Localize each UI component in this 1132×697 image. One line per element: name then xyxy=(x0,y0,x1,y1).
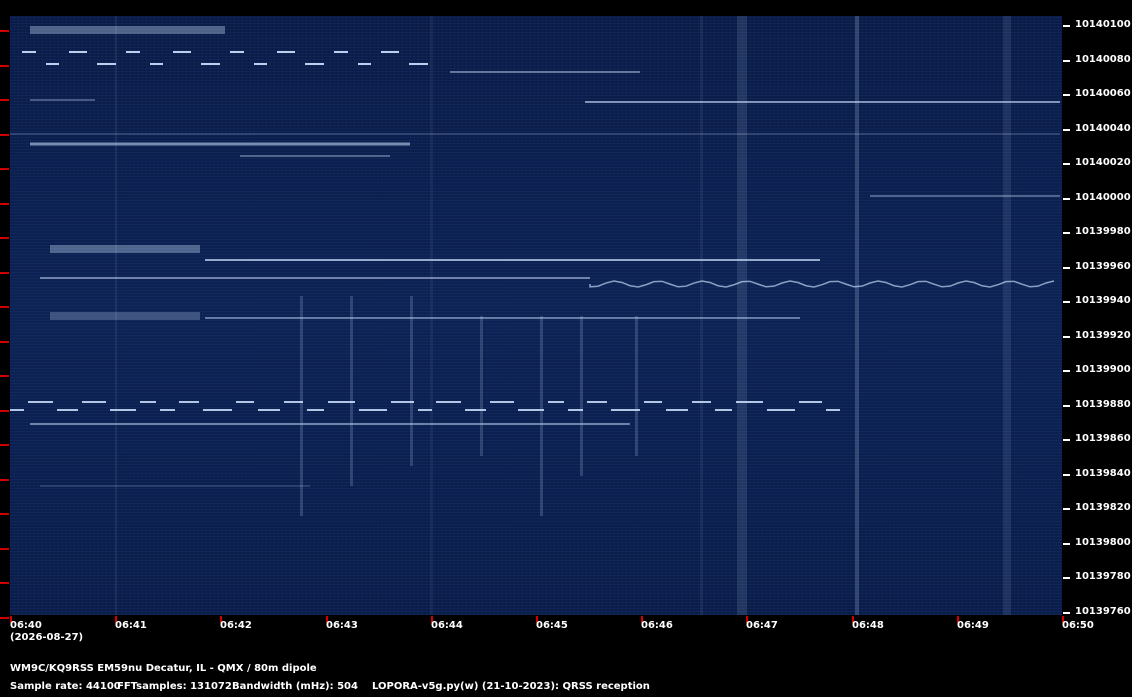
frequency-tick xyxy=(1063,129,1070,131)
signal-band xyxy=(350,296,353,486)
frequency-label: 10139860 xyxy=(1075,433,1131,444)
time-label: 06:47 xyxy=(746,620,778,631)
signal-band xyxy=(737,16,747,615)
frequency-tick xyxy=(1063,301,1070,303)
frequency-tick-left xyxy=(0,272,9,274)
signal-band xyxy=(300,296,303,516)
time-label: 06:45 xyxy=(536,620,568,631)
time-label: 06:50 xyxy=(1062,620,1094,631)
frequency-tick xyxy=(1063,232,1070,234)
fft-samples: FFTsamples: 131072 xyxy=(117,681,232,692)
frequency-tick-left xyxy=(0,30,9,32)
frequency-label: 10139900 xyxy=(1075,364,1131,375)
frequency-tick-left xyxy=(0,341,9,343)
signal-band xyxy=(480,316,483,456)
frequency-label: 10139940 xyxy=(1075,295,1131,306)
frequency-tick xyxy=(1063,336,1070,338)
frequency-label: 10140080 xyxy=(1075,54,1131,65)
frequency-tick-left xyxy=(0,548,9,550)
frequency-tick xyxy=(1063,577,1070,579)
frequency-tick xyxy=(1063,543,1070,545)
frequency-label: 10139980 xyxy=(1075,226,1131,237)
frequency-tick-left xyxy=(0,617,9,619)
frequency-tick xyxy=(1063,508,1070,510)
frequency-tick xyxy=(1063,198,1070,200)
time-label: 06:40 xyxy=(10,620,42,631)
frequency-label: 10139780 xyxy=(1075,571,1131,582)
signal-band xyxy=(410,296,413,466)
time-label: 06:49 xyxy=(957,620,989,631)
frequency-label: 10139800 xyxy=(1075,537,1131,548)
signal-band xyxy=(635,316,638,456)
time-label: 06:42 xyxy=(220,620,252,631)
software-version: LOPORA-v5g.py(w) (21-10-2023): QRSS rece… xyxy=(372,681,650,692)
signal-traces xyxy=(10,16,1060,615)
frequency-label: 10139960 xyxy=(1075,261,1131,272)
waterfall-spectrogram xyxy=(10,16,1062,615)
frequency-label: 10139920 xyxy=(1075,330,1131,341)
time-label: 06:46 xyxy=(641,620,673,631)
sample-rate: Sample rate: 44100 xyxy=(10,681,121,692)
signal-band xyxy=(430,16,433,615)
time-label: 06:48 xyxy=(852,620,884,631)
frequency-tick xyxy=(1063,60,1070,62)
frequency-tick xyxy=(1063,25,1070,27)
frequency-label: 10140040 xyxy=(1075,123,1131,134)
signal-band xyxy=(855,16,859,615)
frequency-tick-left xyxy=(0,582,9,584)
signal-band xyxy=(30,26,225,34)
bandwidth: Bandwidth (mHz): 504 xyxy=(232,681,358,692)
frequency-tick-left xyxy=(0,306,9,308)
frequency-tick xyxy=(1063,94,1070,96)
frequency-label: 10140100 xyxy=(1075,19,1131,30)
signal-band xyxy=(700,16,703,615)
frequency-tick-left xyxy=(0,237,9,239)
frequency-label: 10139840 xyxy=(1075,468,1131,479)
time-label: 06:43 xyxy=(326,620,358,631)
frequency-tick xyxy=(1063,267,1070,269)
frequency-tick-left xyxy=(0,134,9,136)
frequency-label: 10139880 xyxy=(1075,399,1131,410)
frequency-label: 10140060 xyxy=(1075,88,1131,99)
time-label: 06:41 xyxy=(115,620,147,631)
frequency-label: 10140020 xyxy=(1075,157,1131,168)
frequency-label: 10139760 xyxy=(1075,606,1131,617)
frequency-tick-left xyxy=(0,479,9,481)
frequency-tick xyxy=(1063,405,1070,407)
frequency-tick xyxy=(1063,474,1070,476)
frequency-tick xyxy=(1063,163,1070,165)
frequency-tick-left xyxy=(0,99,9,101)
frequency-label: 10140000 xyxy=(1075,192,1131,203)
frequency-tick-left xyxy=(0,375,9,377)
signal-band xyxy=(580,316,583,476)
frequency-tick xyxy=(1063,612,1070,614)
frequency-tick xyxy=(1063,439,1070,441)
frequency-label: 10139820 xyxy=(1075,502,1131,513)
time-label: 06:44 xyxy=(431,620,463,631)
frequency-tick-left xyxy=(0,444,9,446)
date-label: (2026-08-27) xyxy=(10,632,84,643)
signal-band xyxy=(1003,16,1011,615)
frequency-tick-left xyxy=(0,513,9,515)
frequency-tick-left xyxy=(0,410,9,412)
signal-band xyxy=(540,316,543,516)
frequency-tick-left xyxy=(0,65,9,67)
frequency-tick-left xyxy=(0,168,9,170)
signal-trace xyxy=(589,280,1055,288)
frequency-tick xyxy=(1063,370,1070,372)
frequency-tick-left xyxy=(0,203,9,205)
station-info: WM9C/KQ9RSS EM59nu Decatur, IL - QMX / 8… xyxy=(10,663,317,674)
